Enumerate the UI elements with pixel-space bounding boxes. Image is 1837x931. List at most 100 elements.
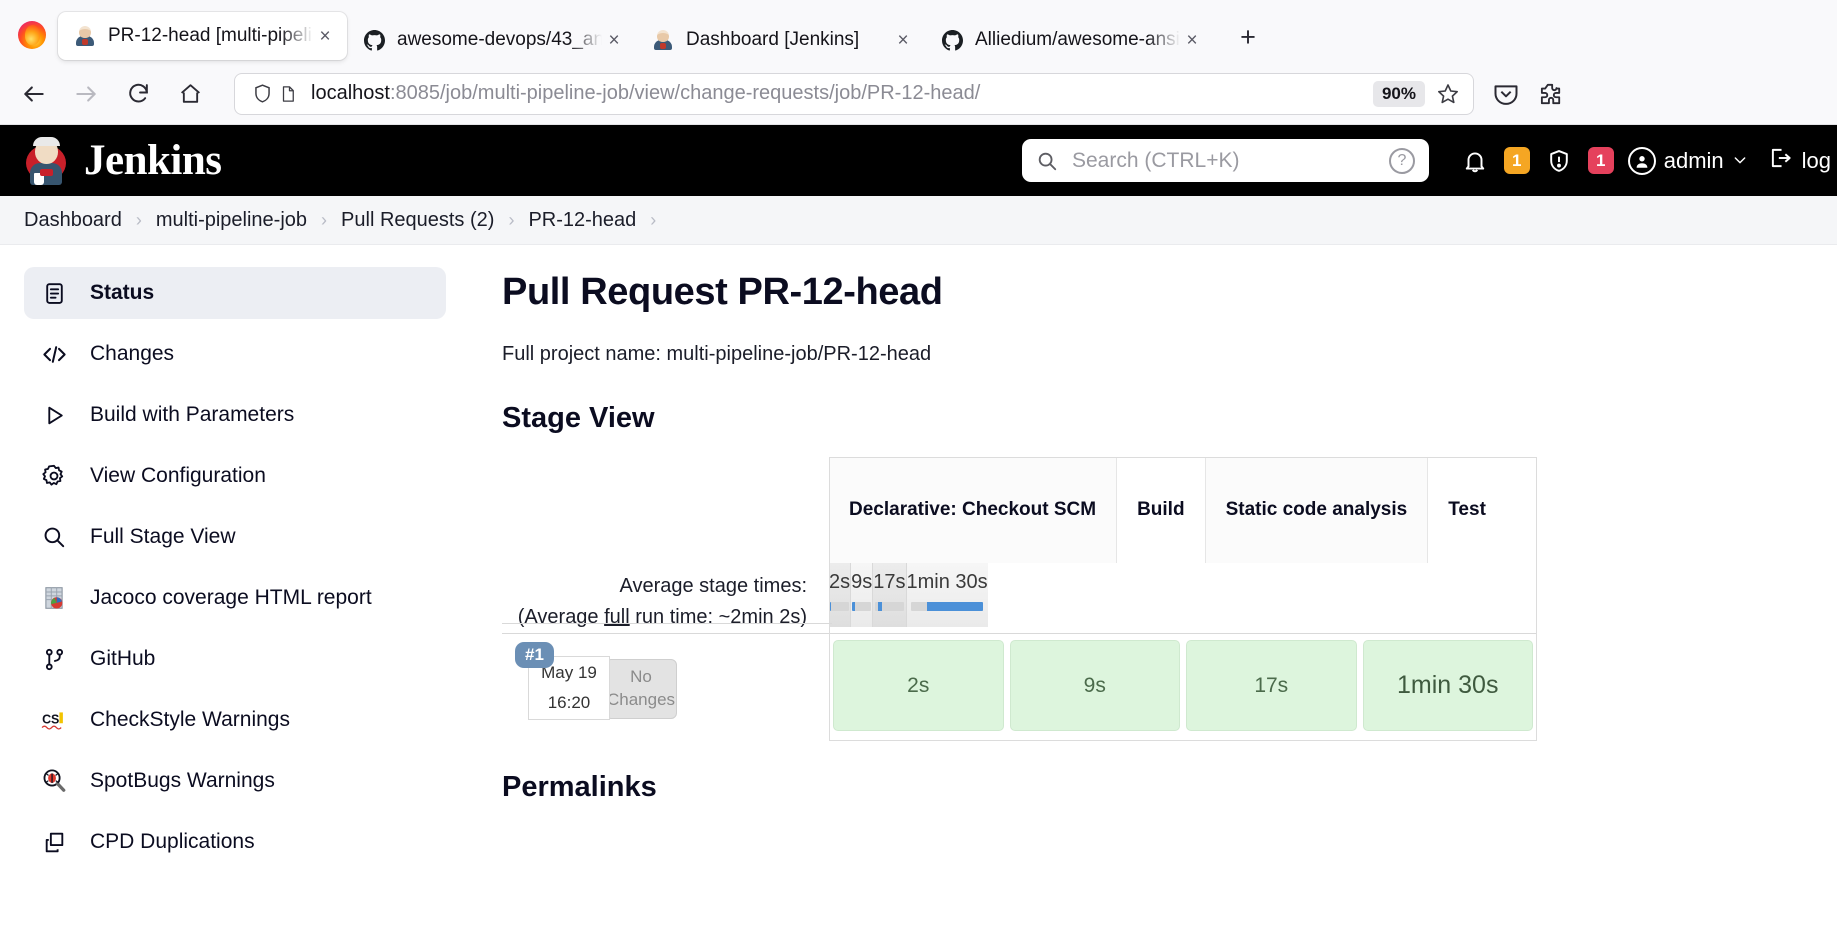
navbar-right-actions bbox=[1490, 78, 1568, 110]
browser-chrome: PR-12-head [multi-pipeline × awesome-dev… bbox=[0, 0, 1837, 125]
stage-result-cell[interactable]: 2s bbox=[833, 640, 1004, 731]
url-bar[interactable]: localhost:8085/job/multi-pipeline-job/vi… bbox=[234, 72, 1474, 115]
url-host: localhost bbox=[311, 82, 390, 104]
sidebar-item-full-stage-view[interactable]: Full Stage View bbox=[24, 511, 446, 563]
browser-navbar: localhost:8085/job/multi-pipeline-job/vi… bbox=[0, 63, 1837, 125]
zoom-level-badge[interactable]: 90% bbox=[1372, 80, 1425, 107]
jenkins-mascot-icon bbox=[24, 136, 70, 185]
build-changes-box[interactable]: No Changes bbox=[605, 659, 677, 719]
stage-view-table: Declarative: Checkout SCM Build Static c… bbox=[502, 457, 1537, 741]
chevron-down-icon bbox=[1732, 148, 1748, 174]
stage-progress-bar bbox=[830, 602, 849, 611]
jenkins-logo-link[interactable]: Jenkins bbox=[24, 136, 222, 185]
sidebar-item-cpd-duplications[interactable]: CPD Duplications bbox=[24, 816, 446, 868]
sidebar-item-checkstyle-warnings[interactable]: CS CheckStyle Warnings bbox=[24, 694, 446, 746]
firefox-logo-icon bbox=[18, 21, 46, 49]
sidebar-item-jacoco-coverage-html-report[interactable]: Jacoco coverage HTML report bbox=[24, 572, 446, 624]
browser-tab-1[interactable]: PR-12-head [multi-pipeline × bbox=[58, 12, 347, 60]
stage-name-label: Build bbox=[1137, 499, 1185, 521]
build-changes-line1: No bbox=[630, 667, 652, 687]
close-icon[interactable]: × bbox=[602, 28, 626, 52]
sidebar-item-github[interactable]: GitHub bbox=[24, 633, 446, 685]
sidebar-item-label: Changes bbox=[90, 342, 175, 365]
close-icon[interactable]: × bbox=[1180, 28, 1204, 52]
sidebar-item-changes[interactable]: Changes bbox=[24, 328, 446, 380]
browser-tab-2[interactable]: awesome-devops/43_ans × bbox=[347, 17, 636, 63]
reload-icon[interactable] bbox=[116, 74, 160, 114]
sidebar-item-label: CheckStyle Warnings bbox=[90, 708, 290, 731]
jenkins-header: Jenkins ? 1 1 admin lo bbox=[0, 125, 1837, 196]
breadcrumb-separator-icon: › bbox=[135, 209, 142, 230]
breadcrumb-item-dashboard[interactable]: Dashboard bbox=[24, 209, 122, 232]
security-shield-icon[interactable] bbox=[1544, 146, 1574, 176]
security-count-badge[interactable]: 1 bbox=[1587, 147, 1614, 174]
stage-header-cell: Test bbox=[1428, 457, 1506, 563]
stage-view-header-spacer bbox=[502, 457, 829, 563]
stage-progress-bar bbox=[910, 602, 984, 611]
sidebar-item-label: Status bbox=[90, 281, 155, 304]
gear-icon bbox=[40, 462, 68, 490]
document-icon bbox=[40, 279, 68, 307]
pocket-icon[interactable] bbox=[1490, 78, 1522, 110]
jacoco-report-icon bbox=[40, 584, 68, 612]
back-arrow-icon[interactable] bbox=[12, 74, 56, 114]
sidebar-item-view-configuration[interactable]: View Configuration bbox=[24, 450, 446, 502]
sidebar-item-spotbugs-warnings[interactable]: SpotBugs Warnings bbox=[24, 755, 446, 807]
stage-result-cell[interactable]: 1min 30s bbox=[1362, 640, 1533, 731]
logout-button[interactable]: log bbox=[1768, 145, 1831, 177]
build-info-cell: #1 May 19 16:20 No Changes bbox=[502, 634, 829, 734]
breadcrumb-item-multi-pipeline-job[interactable]: multi-pipeline-job bbox=[156, 209, 307, 232]
stage-result-cell[interactable]: 9s bbox=[1009, 640, 1180, 731]
browser-tab-title: PR-12-head [multi-pipeline bbox=[108, 25, 313, 46]
full-project-name: Full project name: multi-pipeline-job/PR… bbox=[502, 343, 932, 365]
breadcrumb-separator-icon: › bbox=[321, 209, 328, 230]
close-icon[interactable]: × bbox=[891, 28, 915, 52]
home-icon[interactable] bbox=[168, 74, 212, 114]
git-branch-icon bbox=[40, 645, 68, 673]
svg-text:CS: CS bbox=[42, 712, 59, 726]
sidebar-item-build-with-parameters[interactable]: Build with Parameters bbox=[24, 389, 446, 441]
breadcrumb-item-pull-requests[interactable]: Pull Requests (2) bbox=[341, 209, 494, 232]
sidebar-item-label: GitHub bbox=[90, 647, 156, 670]
play-triangle-icon bbox=[40, 401, 68, 429]
sidebar-item-status[interactable]: Status bbox=[24, 267, 446, 319]
help-question-icon[interactable]: ? bbox=[1389, 147, 1415, 174]
average-time-cell: 1min 30s bbox=[906, 563, 988, 627]
stage-name-label: Declarative: Checkout SCM bbox=[849, 499, 1097, 521]
search-icon bbox=[1036, 149, 1060, 173]
browser-tab-title: Alliedium/awesome-ansib bbox=[975, 29, 1180, 50]
main-content: Pull Request PR-12-head Full project nam… bbox=[468, 245, 1837, 931]
github-favicon bbox=[941, 29, 963, 51]
stage-view-heading: Stage View bbox=[502, 402, 655, 434]
browser-tab-3[interactable]: Dashboard [Jenkins] × bbox=[636, 17, 925, 63]
bell-notification-icon[interactable] bbox=[1460, 146, 1490, 176]
header-right-actions: 1 1 admin log bbox=[1460, 125, 1837, 196]
new-tab-button[interactable]: + bbox=[1228, 17, 1268, 57]
stage-result-cell[interactable]: 17s bbox=[1186, 640, 1357, 731]
average-time-cell: 9s bbox=[851, 563, 874, 627]
avatar bbox=[1627, 146, 1656, 175]
checkstyle-icon: CS bbox=[40, 706, 68, 734]
notification-count-badge[interactable]: 1 bbox=[1503, 147, 1530, 174]
browser-tab-4[interactable]: Alliedium/awesome-ansib × bbox=[925, 17, 1214, 63]
stage-header-cell: Static code analysis bbox=[1205, 457, 1429, 563]
build-number-badge[interactable]: #1 bbox=[515, 642, 554, 668]
browser-tab-title: Dashboard [Jenkins] bbox=[686, 29, 860, 50]
close-icon[interactable]: × bbox=[313, 24, 337, 48]
build-row: #1 May 19 16:20 No Changes 2s 9s 17s 1mi… bbox=[502, 633, 1537, 741]
shield-icon[interactable] bbox=[249, 81, 275, 107]
breadcrumb: Dashboard › multi-pipeline-job › Pull Re… bbox=[0, 196, 1837, 245]
avg-run-pre: (Average bbox=[517, 606, 605, 628]
average-full-run-time-line: (Average full run time: ~2min 2s) bbox=[502, 602, 807, 633]
breadcrumb-item-pr-12-head[interactable]: PR-12-head bbox=[528, 209, 636, 232]
extensions-icon[interactable] bbox=[1534, 78, 1566, 110]
search-magnifier-icon bbox=[40, 523, 68, 551]
average-time-cell: 17s bbox=[873, 563, 907, 627]
search-input[interactable] bbox=[1072, 148, 1389, 173]
global-search-box[interactable]: ? bbox=[1022, 139, 1429, 182]
star-icon[interactable] bbox=[1433, 79, 1463, 109]
sidebar-item-label: SpotBugs Warnings bbox=[90, 769, 275, 792]
stage-view-header-row: Declarative: Checkout SCM Build Static c… bbox=[502, 457, 1537, 563]
user-menu-button[interactable]: admin bbox=[1627, 146, 1748, 175]
page-icon[interactable] bbox=[275, 81, 301, 107]
